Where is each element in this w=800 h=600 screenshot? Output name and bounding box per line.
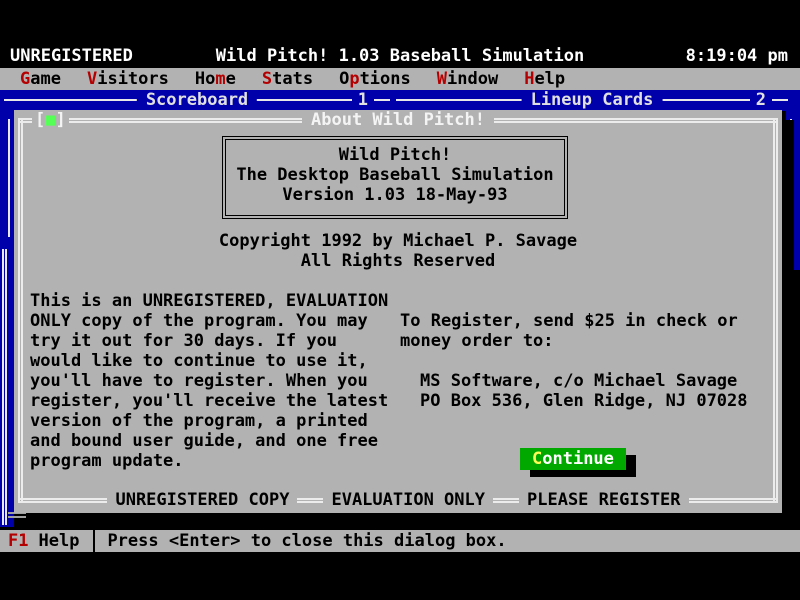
footer-please-register: PLEASE REGISTER xyxy=(519,490,689,511)
continue-button[interactable]: Continue xyxy=(520,448,626,470)
app-title: Wild Pitch! 1.03 Baseball Simulation xyxy=(216,45,584,68)
footer-evaluation-only: EVALUATION ONLY xyxy=(323,490,493,511)
window-border-line xyxy=(790,119,792,259)
window-border-double-line xyxy=(2,249,7,525)
lineup-cards-window-number: 2 xyxy=(750,90,772,111)
clock: 8:19:04 pm xyxy=(686,45,788,68)
dialog-border-right xyxy=(773,120,778,503)
app-title-bar: UNREGISTERED Wild Pitch! 1.03 Baseball S… xyxy=(0,45,800,68)
about-dialog: [■] About Wild Pitch! Wild Pitch! The De… xyxy=(14,110,782,513)
close-button[interactable]: [■] xyxy=(32,110,69,131)
menu-window[interactable]: Window xyxy=(427,69,508,89)
status-message: Press <Enter> to close this dialog box. xyxy=(107,531,506,551)
program-info-box: Wild Pitch! The Desktop Baseball Simulat… xyxy=(222,136,568,219)
registration-status: UNREGISTERED xyxy=(10,45,133,68)
menu-bar: Game Visitors Home Stats Options Window … xyxy=(0,68,800,90)
status-bar: F1 Help Press <Enter> to close this dial… xyxy=(0,530,800,552)
menu-options[interactable]: Options xyxy=(329,69,421,89)
status-bar-divider xyxy=(93,530,95,552)
copyright-text: Copyright 1992 by Michael P. Savage All … xyxy=(14,231,782,271)
register-instructions: To Register, send $25 in check or money … xyxy=(400,311,738,351)
lineup-window-right-edge xyxy=(786,111,800,270)
dialog-border-left xyxy=(18,120,23,503)
window-border-line xyxy=(8,119,10,237)
dialog-footer-row: UNREGISTERED COPY EVALUATION ONLY PLEASE… xyxy=(14,490,782,511)
menu-stats[interactable]: Stats xyxy=(252,69,323,89)
dialog-title-row: [■] About Wild Pitch! xyxy=(14,110,782,131)
scoreboard-window-number: 1 xyxy=(352,90,374,111)
menu-home[interactable]: Home xyxy=(185,69,246,89)
program-tagline: The Desktop Baseball Simulation xyxy=(226,165,564,185)
dos-screen: { "colors": { "desktop": "#000000", "pan… xyxy=(0,0,800,600)
scoreboard-window-title: Scoreboard xyxy=(137,90,257,111)
tiled-windows-title-row: Scoreboard 1 Lineup Cards 2 xyxy=(0,90,800,111)
background-window-border xyxy=(790,275,792,515)
footer-unregistered-copy: UNREGISTERED COPY xyxy=(107,490,297,511)
program-name: Wild Pitch! xyxy=(226,145,564,165)
f1-key-hint[interactable]: F1 xyxy=(8,531,28,551)
menu-game[interactable]: Game xyxy=(10,69,71,89)
lineup-cards-window-title: Lineup Cards xyxy=(522,90,663,111)
menu-visitors[interactable]: Visitors xyxy=(77,69,179,89)
menu-help[interactable]: Help xyxy=(514,69,575,89)
evaluation-notice-text: This is an UNREGISTERED, EVALUATION ONLY… xyxy=(30,291,388,471)
scoreboard-window-left-edge xyxy=(0,111,14,527)
register-address: MS Software, c/o Michael Savage PO Box 5… xyxy=(420,371,748,411)
dialog-title: About Wild Pitch! xyxy=(302,110,494,131)
program-version: Version 1.03 18-May-93 xyxy=(226,185,564,205)
close-icon: ■ xyxy=(45,110,55,130)
lineup-cards-window-titlebar[interactable]: Lineup Cards 2 xyxy=(396,90,788,111)
f1-help-label[interactable]: Help xyxy=(38,531,79,551)
scoreboard-window-titlebar[interactable]: Scoreboard 1 xyxy=(4,90,390,111)
